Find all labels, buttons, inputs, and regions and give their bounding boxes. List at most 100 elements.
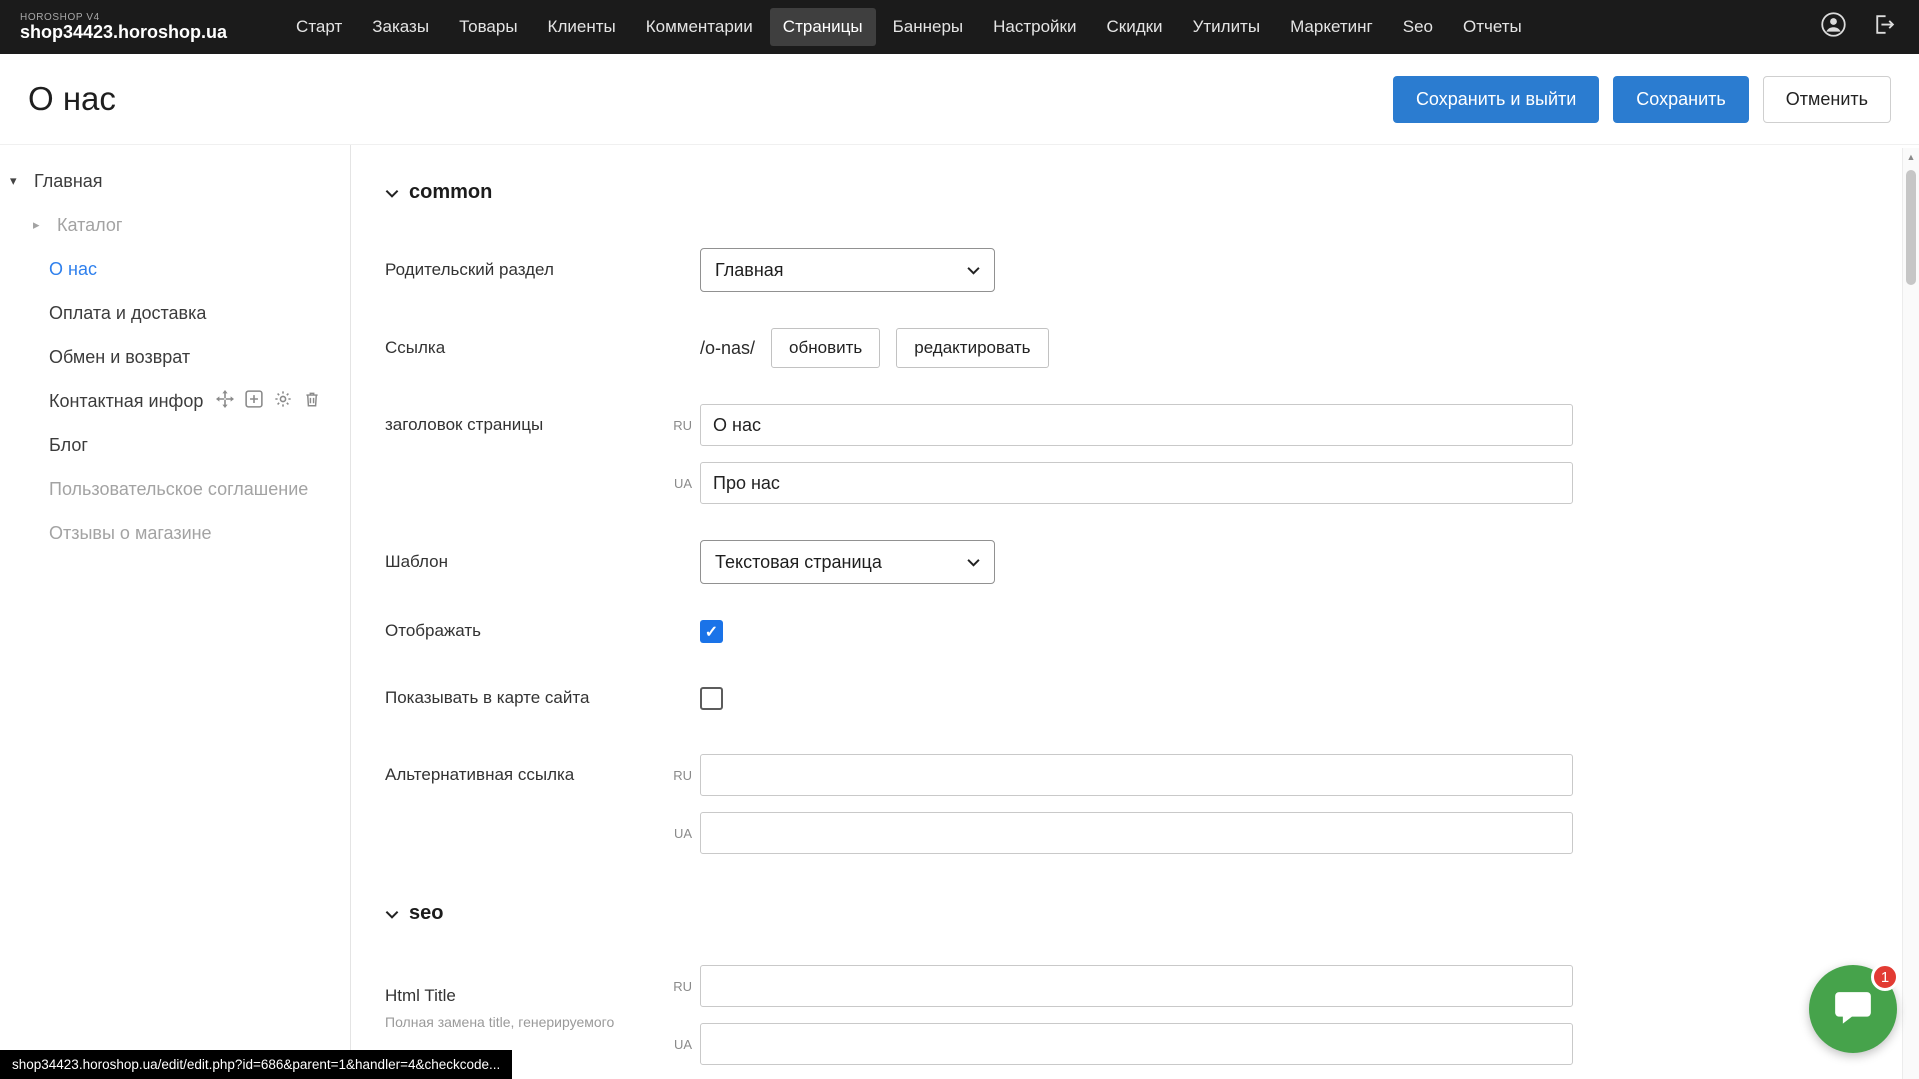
menu-item-utilities[interactable]: Утилиты (1180, 8, 1274, 46)
template-value: Текстовая страница (715, 552, 882, 573)
section-seo-toggle[interactable]: seo (385, 902, 443, 925)
user-menu-button[interactable] (1817, 11, 1849, 43)
section-seo-title: seo (409, 902, 443, 925)
page-title-label: заголовок страницы (385, 404, 667, 436)
tree-item-about[interactable]: О нас (0, 247, 350, 291)
lang-ua-badge: UA (667, 826, 700, 841)
link-label: Ссылка (385, 337, 667, 359)
html-title-hint: Полная замена title, генерируемого (385, 1013, 667, 1031)
section-common-toggle[interactable]: common (385, 181, 492, 204)
menu-item-comments[interactable]: Комментарии (633, 8, 766, 46)
chevron-down-icon (967, 558, 980, 567)
sitemap-checkbox[interactable] (700, 687, 723, 710)
chevron-down-icon (967, 266, 980, 275)
user-icon (1820, 11, 1847, 43)
lang-ua-badge: UA (667, 1037, 700, 1052)
alt-link-ua-input[interactable] (700, 812, 1573, 854)
chevron-right-icon[interactable]: ▸ (33, 217, 57, 233)
tree-item-label: Оплата и доставка (49, 303, 206, 324)
lang-ru-badge: RU (667, 979, 700, 994)
trash-icon (303, 390, 321, 413)
tree-item-store-reviews[interactable]: Отзывы о магазине (0, 511, 350, 555)
update-link-button[interactable]: обновить (771, 328, 880, 368)
tree-item-exchange-return[interactable]: Обмен и возврат (0, 335, 350, 379)
menu-item-pages[interactable]: Страницы (770, 8, 876, 46)
menu-item-clients[interactable]: Клиенты (535, 8, 629, 46)
brand-domain: shop34423.horoshop.ua (20, 23, 227, 43)
chat-widget-button[interactable]: 1 (1809, 965, 1897, 1053)
chat-unread-badge: 1 (1871, 963, 1899, 991)
tree-item-root[interactable]: ▾ Главная (0, 159, 350, 203)
logout-button[interactable] (1867, 11, 1899, 43)
main-menu: Старт Заказы Товары Клиенты Комментарии … (283, 8, 1535, 46)
tree-item-label: О нас (49, 259, 97, 280)
add-subpage-button[interactable] (244, 391, 264, 411)
chat-bubble-icon (1832, 986, 1874, 1033)
menu-item-seo[interactable]: Seo (1390, 8, 1446, 46)
gear-icon (274, 390, 292, 413)
tree-item-label: Обмен и возврат (49, 347, 190, 368)
chevron-down-icon (385, 902, 399, 925)
delete-page-button[interactable] (302, 391, 322, 411)
menu-item-settings[interactable]: Настройки (980, 8, 1089, 46)
parent-section-label: Родительский раздел (385, 259, 667, 281)
tree-item-label: Пользовательское соглашение (49, 479, 308, 500)
menu-item-products[interactable]: Товары (446, 8, 530, 46)
sitemap-label: Показывать в карте сайта (385, 687, 667, 709)
tree-item-label: Блог (49, 435, 88, 456)
menu-item-banners[interactable]: Баннеры (880, 8, 977, 46)
template-label: Шаблон (385, 551, 667, 573)
alt-link-label: Альтернативная ссылка (385, 754, 667, 786)
tree-item-blog[interactable]: Блог (0, 423, 350, 467)
page-title-ru-input[interactable] (700, 404, 1573, 446)
tree-item-payment-delivery[interactable]: Оплата и доставка (0, 291, 350, 335)
lang-ru-badge: RU (667, 418, 700, 433)
cancel-button[interactable]: Отменить (1763, 76, 1891, 123)
status-link-preview: shop34423.horoshop.ua/edit/edit.php?id=6… (0, 1050, 512, 1079)
page-title: О нас (28, 80, 116, 118)
move-icon (216, 390, 234, 413)
page-settings-button[interactable] (273, 391, 293, 411)
page-header: О нас Сохранить и выйти Сохранить Отмени… (0, 54, 1919, 144)
page-title-ua-input[interactable] (700, 462, 1573, 504)
scrollbar-thumb[interactable] (1906, 170, 1916, 285)
display-checkbox[interactable]: ✓ (700, 620, 723, 643)
chevron-down-icon (385, 181, 399, 204)
menu-item-start[interactable]: Старт (283, 8, 355, 46)
tree-item-user-agreement[interactable]: Пользовательское соглашение (0, 467, 350, 511)
html-title-ru-input[interactable] (700, 965, 1573, 1007)
parent-section-select[interactable]: Главная (700, 248, 995, 292)
template-select[interactable]: Текстовая страница (700, 540, 995, 584)
brand-version: HOROSHOP V4 (20, 12, 227, 23)
menu-item-reports[interactable]: Отчеты (1450, 8, 1535, 46)
html-title-label: Html Title (385, 975, 667, 1007)
tree-item-contact-info[interactable]: Контактная инфор (0, 379, 350, 423)
logout-icon (1871, 12, 1896, 42)
menu-item-discounts[interactable]: Скидки (1093, 8, 1175, 46)
parent-section-value: Главная (715, 260, 784, 281)
display-label: Отображать (385, 620, 667, 642)
move-item-button[interactable] (215, 391, 235, 411)
html-title-ua-input[interactable] (700, 1023, 1573, 1065)
page-edit-form: common Родительский раздел Главная Ссылк… (351, 145, 1919, 1079)
top-navigation-bar: HOROSHOP V4 shop34423.horoshop.ua Старт … (0, 0, 1919, 54)
chevron-down-icon[interactable]: ▾ (10, 173, 34, 189)
tree-item-catalog[interactable]: ▸ Каталог (0, 203, 350, 247)
tree-item-label: Главная (34, 171, 103, 192)
pages-tree-sidebar: ▾ Главная ▸ Каталог О нас Оплата и доста… (0, 145, 351, 1079)
link-value: /o-nas/ (700, 338, 755, 359)
alt-link-ru-input[interactable] (700, 754, 1573, 796)
tree-item-label: Отзывы о магазине (49, 523, 212, 544)
scroll-up-arrow[interactable]: ▲ (1903, 148, 1919, 162)
menu-item-marketing[interactable]: Маркетинг (1277, 8, 1386, 46)
tree-item-label: Каталог (57, 215, 122, 236)
lang-ru-badge: RU (667, 768, 700, 783)
vertical-scrollbar[interactable]: ▲ (1902, 148, 1919, 1079)
edit-link-button[interactable]: редактировать (896, 328, 1048, 368)
save-button[interactable]: Сохранить (1613, 76, 1748, 123)
menu-item-orders[interactable]: Заказы (359, 8, 442, 46)
lang-ua-badge: UA (667, 476, 700, 491)
plus-square-icon (245, 390, 263, 413)
save-and-exit-button[interactable]: Сохранить и выйти (1393, 76, 1599, 123)
brand[interactable]: HOROSHOP V4 shop34423.horoshop.ua (20, 12, 227, 43)
